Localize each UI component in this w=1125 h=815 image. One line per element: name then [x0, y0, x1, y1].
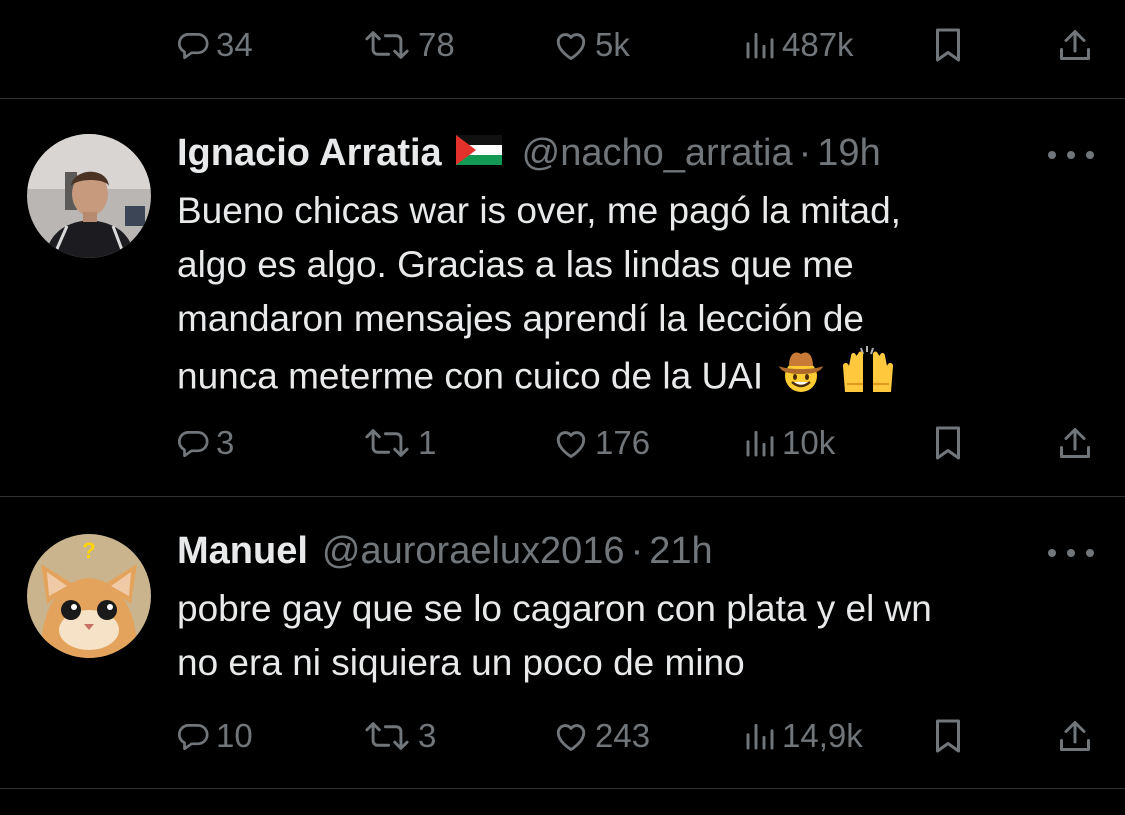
reply-count: 10	[216, 717, 253, 754]
heart-icon	[556, 724, 586, 751]
views-chart-icon	[746, 32, 774, 59]
tweet-header: Ignacio Arratia @nacho_arratia · 19h	[177, 131, 881, 175]
tweet-text: pobre gay que se lo cagaron con plata y …	[177, 582, 1077, 690]
avatar-photo	[27, 134, 151, 258]
bookmark-button[interactable]	[933, 711, 963, 761]
like-button[interactable]: 176	[553, 418, 650, 468]
share-button[interactable]	[1058, 20, 1092, 70]
tweet-text-line: algo es algo. Gracias a las lindas que m…	[177, 244, 854, 285]
share-icon	[1060, 30, 1090, 60]
tweet-actions-bar: 34 78 5k 487k	[0, 20, 1125, 70]
views-button[interactable]: 487k	[744, 20, 854, 70]
views-chart-icon	[746, 430, 774, 457]
avatar-ignacio[interactable]	[27, 134, 151, 258]
views-count: 487k	[782, 26, 854, 63]
tweet-text-line: mandaron mensajes aprendí la lección de	[177, 298, 864, 339]
bookmark-icon	[936, 719, 960, 753]
repost-button[interactable]: 3	[362, 711, 436, 761]
tweet-text: Bueno chicas war is over, me pagó la mit…	[177, 184, 1077, 411]
separator: ·	[798, 131, 812, 174]
views-button[interactable]: 10k	[744, 418, 835, 468]
more-dot-icon	[1086, 549, 1094, 557]
more-dot-icon	[1067, 151, 1075, 159]
share-icon	[1060, 721, 1090, 751]
raising-hands-icon	[839, 346, 897, 411]
repost-icon	[365, 429, 409, 457]
views-chart-icon	[746, 723, 774, 750]
more-options-button[interactable]	[1048, 543, 1094, 563]
more-dot-icon	[1067, 549, 1075, 557]
user-handle[interactable]: @auroraelux2016	[322, 530, 625, 573]
tweet-text-line: Bueno chicas war is over, me pagó la mit…	[177, 190, 901, 231]
bookmark-button[interactable]	[933, 418, 963, 468]
tweet-text-line: no era ni siquiera un poco de mino	[177, 642, 745, 683]
repost-button[interactable]: 78	[362, 20, 455, 70]
reply-button[interactable]: 34	[176, 20, 253, 70]
avatar-manuel[interactable]: ?	[27, 534, 151, 658]
timestamp[interactable]: 21h	[649, 530, 712, 573]
views-button[interactable]: 14,9k	[744, 711, 863, 761]
more-dot-icon	[1048, 549, 1056, 557]
bookmark-icon	[936, 28, 960, 62]
tweet-header: Manuel @auroraelux2016 · 21h	[177, 529, 713, 573]
timestamp[interactable]: 19h	[817, 132, 880, 175]
share-button[interactable]	[1058, 418, 1092, 468]
tweet-actions-bar: 3 1 176 10k	[0, 418, 1125, 468]
tweet-text-line: pobre gay que se lo cagaron con plata y …	[177, 588, 932, 629]
repost-button[interactable]: 1	[362, 418, 436, 468]
reply-button[interactable]: 10	[176, 711, 253, 761]
cowboy-face-icon	[777, 348, 825, 409]
more-options-button[interactable]	[1048, 145, 1094, 165]
like-button[interactable]: 243	[553, 711, 650, 761]
separator: ·	[630, 529, 644, 572]
display-name[interactable]: Ignacio Arratia	[177, 132, 442, 175]
reply-icon	[177, 724, 209, 751]
divider	[0, 98, 1125, 99]
tweet-text-line: nunca meterme con cuico de la UAI	[177, 355, 764, 397]
repost-icon	[365, 722, 409, 750]
reply-icon	[177, 431, 209, 458]
share-icon	[1060, 428, 1090, 458]
repost-count: 3	[418, 717, 437, 754]
more-dot-icon	[1048, 151, 1056, 159]
repost-icon	[365, 31, 409, 59]
reply-count: 3	[216, 424, 235, 461]
like-count: 176	[595, 424, 651, 461]
repost-count: 1	[418, 424, 437, 461]
avatar-cat-image: ?	[27, 534, 151, 658]
heart-icon	[556, 431, 586, 458]
views-count: 14,9k	[782, 717, 863, 754]
views-count: 10k	[782, 424, 836, 461]
bookmark-button[interactable]	[933, 20, 963, 70]
share-button[interactable]	[1058, 711, 1092, 761]
user-handle[interactable]: @nacho_arratia	[522, 132, 793, 175]
divider	[0, 496, 1125, 497]
question-mark-icon: ?	[82, 538, 95, 563]
heart-icon	[556, 33, 586, 60]
more-dot-icon	[1086, 151, 1094, 159]
like-count: 5k	[595, 26, 630, 63]
palestine-flag-icon	[455, 132, 502, 175]
reply-button[interactable]: 3	[176, 418, 234, 468]
divider	[0, 788, 1125, 789]
like-button[interactable]: 5k	[553, 20, 630, 70]
repost-count: 78	[418, 26, 455, 63]
like-count: 243	[595, 717, 651, 754]
tweet-actions-bar: 10 3 243 14,9k	[0, 711, 1125, 761]
bookmark-icon	[936, 426, 960, 460]
display-name[interactable]: Manuel	[177, 530, 308, 573]
reply-count: 34	[216, 26, 253, 63]
reply-icon	[177, 33, 209, 60]
